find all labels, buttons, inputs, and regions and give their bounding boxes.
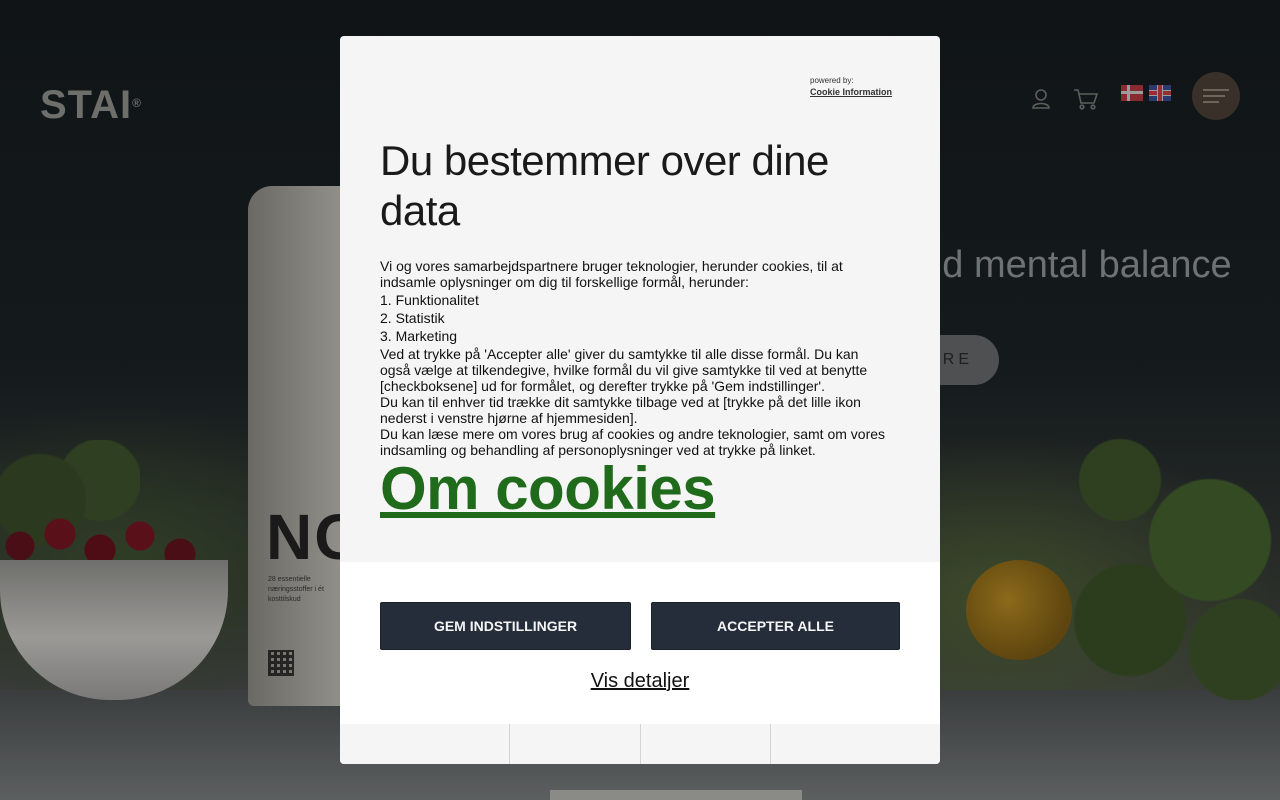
- purpose-item: 2. Statistik: [380, 310, 445, 326]
- save-settings-button[interactable]: GEM INDSTILLINGER: [380, 602, 631, 650]
- intro-text: Vi og vores samarbejdspartnere bruger te…: [380, 258, 843, 290]
- consent-text: Ved at trykke på 'Accepter alle' giver d…: [380, 346, 868, 394]
- cookie-consent-dialog: powered by: Cookie Information Du bestem…: [340, 36, 940, 764]
- purpose-item: 3. Marketing: [380, 328, 458, 344]
- dialog-footer: GEM INDSTILLINGER ACCEPTER ALLE Vis deta…: [340, 562, 940, 724]
- about-cookies-link[interactable]: Om cookies: [380, 456, 716, 522]
- purpose-item: 1. Funktionalitet: [380, 292, 479, 308]
- cookie-information-link[interactable]: Cookie Information: [810, 87, 892, 97]
- tab-divider: [509, 724, 510, 764]
- dialog-body: Vi og vores samarbejdspartnere bruger te…: [380, 258, 890, 458]
- show-details-link[interactable]: Vis detaljer: [340, 670, 940, 693]
- more-info-text: Du kan læse mere om vores brug af cookie…: [380, 426, 886, 458]
- dialog-title: Du bestemmer over dine data: [380, 137, 829, 234]
- tab-divider: [770, 724, 771, 764]
- accept-all-button[interactable]: ACCEPTER ALLE: [651, 602, 900, 650]
- withdraw-text: Du kan til enhver tid trække dit samtykk…: [380, 394, 861, 426]
- powered-by-label: powered by:: [810, 76, 854, 85]
- tab-divider: [640, 724, 641, 764]
- details-tab-strip: [340, 724, 940, 764]
